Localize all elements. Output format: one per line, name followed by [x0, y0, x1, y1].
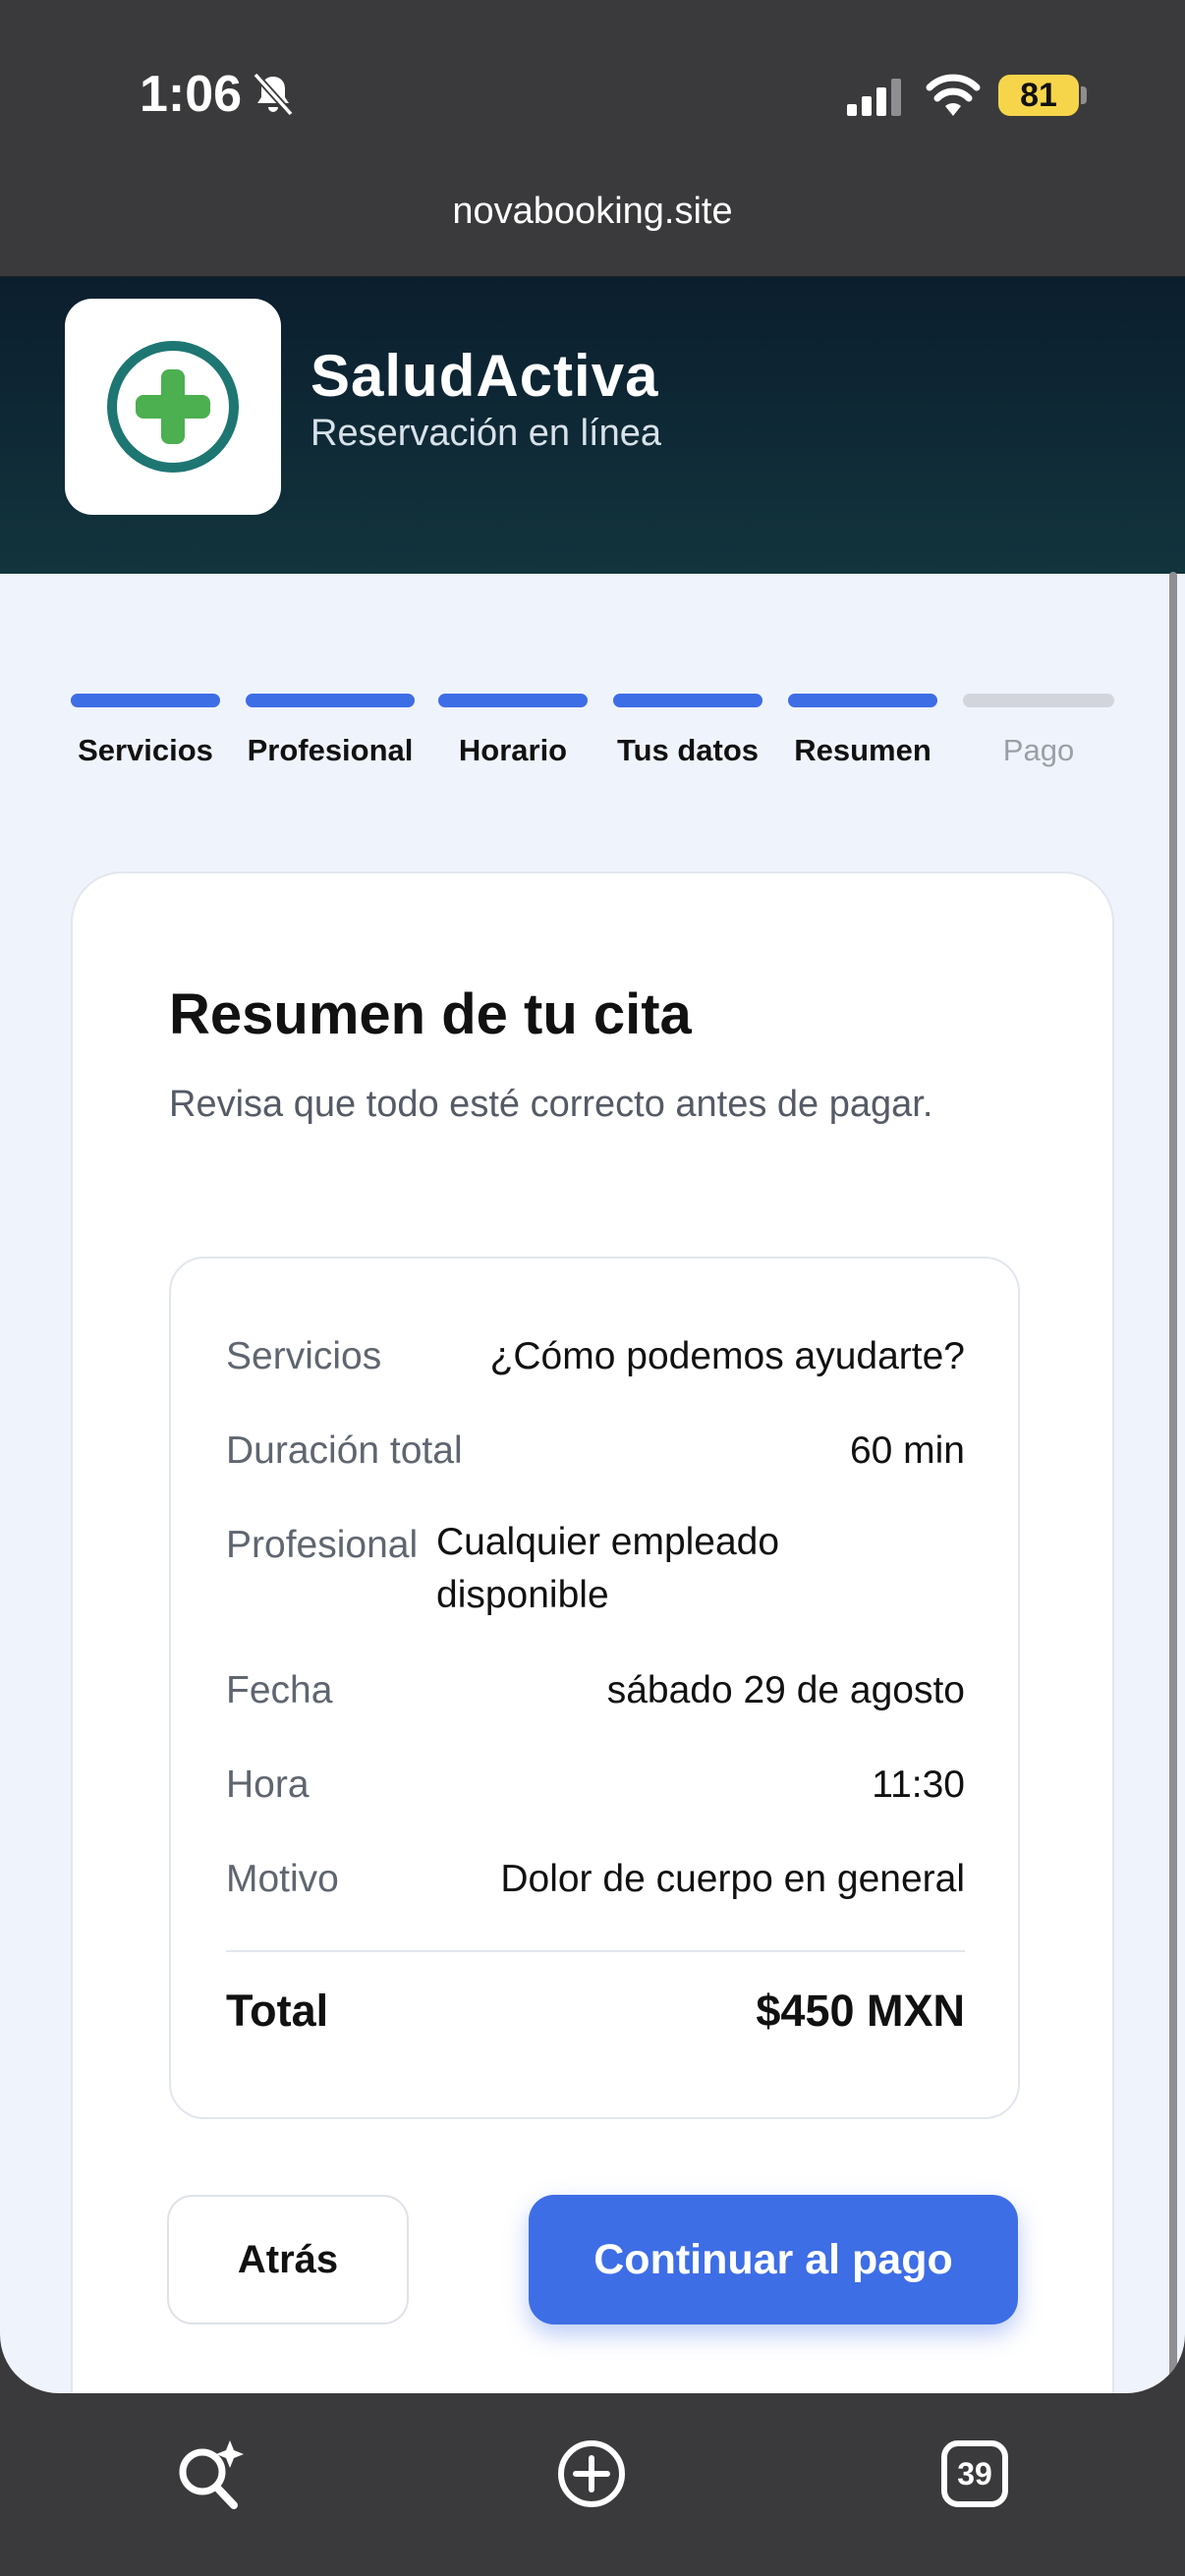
tabs-count: 39 [957, 2456, 992, 2492]
step-bar [71, 694, 220, 707]
step-bar [438, 694, 588, 707]
card-subtitle: Revisa que todo esté correcto antes de p… [169, 1084, 933, 1125]
step-label: Profesional [247, 733, 414, 767]
new-tab-plus-icon[interactable] [552, 2435, 631, 2513]
row-label: Profesional [226, 1524, 419, 1566]
brand-subtitle: Reservación en línea [310, 413, 661, 454]
brand-name: SaludActiva [310, 343, 659, 409]
summary-card: Resumen de tu cita Revisa que todo esté … [71, 871, 1114, 2393]
wifi-icon [926, 74, 981, 116]
step-bar [788, 694, 937, 707]
step-pago: Pago [963, 694, 1114, 792]
step-label: Resumen [794, 733, 931, 767]
row-label: Fecha [226, 1669, 333, 1711]
row-value: 60 min [849, 1429, 965, 1472]
step-servicios[interactable]: Servicios [71, 694, 220, 792]
signal-icon [847, 79, 901, 116]
step-label: Tus datos [616, 733, 760, 767]
step-label: Pago [1002, 733, 1075, 767]
browser-toolbar: 39 [0, 2393, 1185, 2576]
row-value: ¿Cómo podemos ayudarte? [489, 1335, 965, 1377]
summary-table: Servicios ¿Cómo podemos ayudarte? Duraci… [169, 1257, 1020, 2119]
step-progress: Servicios Profesional Horario Tus datos … [71, 694, 1114, 792]
step-bar [246, 694, 415, 707]
row-label: Duración total [226, 1429, 463, 1472]
hero-header: SaludActiva Reservación en línea [0, 277, 1185, 574]
row-value: Dolor de cuerpo en general [500, 1858, 965, 1900]
row-label: Hora [226, 1764, 310, 1806]
battery-icon: 81 [998, 75, 1079, 116]
row-value: 11:30 [872, 1764, 965, 1806]
battery-level: 81 [1020, 77, 1057, 114]
row-label: Motivo [226, 1858, 339, 1900]
scrollbar[interactable] [1169, 572, 1177, 2393]
medical-cross-icon [107, 341, 239, 473]
total-label: Total [226, 1986, 329, 2036]
step-label: Horario [458, 733, 568, 767]
step-bar [963, 694, 1114, 707]
step-label: Servicios [78, 733, 213, 767]
back-button[interactable]: Atrás [167, 2195, 409, 2324]
brand-logo [65, 299, 281, 515]
search-sparkle-icon[interactable] [171, 2435, 250, 2513]
status-time: 1:06 [140, 66, 243, 123]
tabs-button[interactable]: 39 [935, 2435, 1014, 2513]
url-text[interactable]: novabooking.site [0, 191, 1185, 233]
step-tus-datos[interactable]: Tus datos [613, 694, 762, 792]
battery-cap [1081, 86, 1087, 104]
row-label: Servicios [226, 1335, 382, 1377]
web-page: SaludActiva Reservación en línea Servici… [0, 277, 1185, 2393]
step-resumen[interactable]: Resumen [788, 694, 937, 792]
step-profesional[interactable]: Profesional [246, 694, 415, 792]
step-bar [613, 694, 762, 707]
summary-divider [226, 1950, 965, 1952]
step-horario[interactable]: Horario [438, 694, 588, 792]
continue-to-payment-button[interactable]: Continuar al pago [529, 2195, 1018, 2324]
row-value: sábado 29 de agosto [606, 1669, 965, 1711]
total-value: $450 MXN [756, 1986, 965, 2036]
row-value: Cualquier empleado disponible [436, 1521, 780, 1616]
card-title: Resumen de tu cita [169, 982, 692, 1046]
bell-slash-icon [253, 72, 294, 117]
